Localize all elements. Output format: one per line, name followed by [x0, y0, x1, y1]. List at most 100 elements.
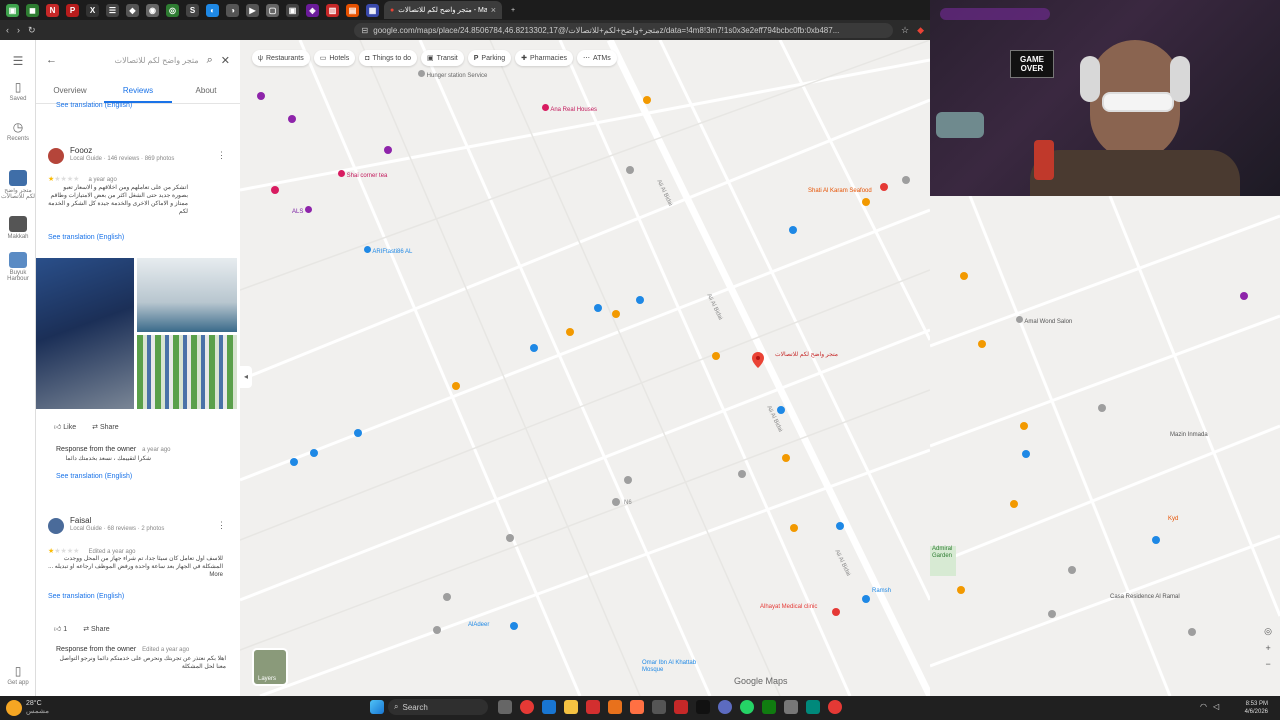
poi-pin-icon[interactable] [636, 296, 644, 304]
wifi-icon[interactable]: ◠ [1200, 702, 1207, 711]
like-button[interactable]: 👍︎ Like [54, 422, 76, 431]
chip-atms[interactable]: ⋯ ATMs [577, 50, 617, 66]
review-photo[interactable] [36, 258, 134, 409]
poi-pin-icon[interactable] [310, 449, 318, 457]
tab-favicon[interactable]: ▤ [346, 3, 359, 17]
zoom-out-button[interactable]: − [1264, 659, 1272, 669]
poi-pin-icon[interactable] [902, 176, 910, 184]
poi-pin-icon[interactable] [712, 352, 720, 360]
more-options-icon[interactable]: ⋮ [217, 150, 226, 161]
tab-favicon[interactable]: ◆ [126, 3, 139, 17]
app-icon[interactable] [806, 700, 820, 714]
tab-reviews[interactable]: Reviews [104, 80, 172, 103]
tab-favicon[interactable]: X [86, 3, 99, 17]
tab-favicon[interactable]: P [66, 3, 79, 17]
poi-label[interactable]: ARIFtasti86 AL [364, 246, 412, 256]
tab-favicon[interactable]: ◼ [26, 3, 39, 17]
chip-transit[interactable]: ▣ Transit [420, 50, 464, 66]
poi-label[interactable]: N6 [624, 500, 632, 507]
see-translation-link[interactable]: See translation (English) [48, 234, 124, 241]
close-icon[interactable]: ✕ [221, 54, 230, 67]
poi-pin-icon[interactable] [1010, 500, 1018, 508]
discord-icon[interactable] [718, 700, 732, 714]
tab-favicon[interactable]: ◑ [226, 3, 239, 17]
poi-pin-icon[interactable] [738, 470, 746, 478]
poi-pin-icon[interactable] [789, 226, 797, 234]
settings-gear-icon[interactable] [784, 700, 798, 714]
layers-button[interactable]: Layers [252, 648, 288, 686]
weather-sun-icon[interactable] [6, 700, 22, 716]
poi-pin-icon[interactable] [1048, 610, 1056, 618]
tab-favicon[interactable]: ▶ [246, 3, 259, 17]
taskbar-clock[interactable]: 8:53 PM 4/6/2026 [1245, 700, 1268, 716]
search-input[interactable]: متجر واضح لكم للاتصالات [65, 56, 199, 65]
selected-place-marker[interactable]: متجر واضح لكم للاتصالات [752, 352, 838, 371]
capcut-icon[interactable] [696, 700, 710, 714]
poi-pin-icon[interactable] [510, 622, 518, 630]
poi-pin-icon[interactable] [1098, 404, 1106, 412]
poi-pin-icon[interactable] [978, 340, 986, 348]
share-button[interactable]: ⇄ Share [83, 625, 110, 633]
poi-pin-icon[interactable] [880, 183, 888, 191]
poi-label[interactable]: Ramsh [872, 588, 891, 595]
chip-pharmacies[interactable]: ✚ Pharmacies [515, 50, 573, 66]
tab-favicon[interactable]: ◈ [306, 3, 319, 17]
weather-widget[interactable]: 28°C مشمس [26, 700, 49, 716]
poi-label[interactable]: Admiral Garden [932, 546, 962, 560]
tab-about[interactable]: About [172, 80, 240, 103]
poi-pin-icon[interactable] [782, 454, 790, 462]
reviewer-name[interactable]: Faisal [70, 516, 91, 525]
chrome-icon[interactable] [520, 700, 534, 714]
poi-pin-icon[interactable] [1240, 292, 1248, 300]
tab-favicon[interactable]: ◉ [146, 3, 159, 17]
edge-icon[interactable] [542, 700, 556, 714]
avatar[interactable] [48, 148, 64, 164]
recent-place-makkah[interactable]: Makkah [0, 216, 36, 240]
tab-favicon[interactable]: ▦ [366, 3, 379, 17]
poi-pin-icon[interactable] [643, 96, 651, 104]
saved-button[interactable]: ▯ Saved [0, 80, 36, 102]
poi-pin-icon[interactable] [384, 146, 392, 154]
chip-parking[interactable]: P Parking [467, 50, 512, 66]
review-photo[interactable] [137, 258, 237, 332]
poi-pin-icon[interactable] [566, 328, 574, 336]
app-icon[interactable] [674, 700, 688, 714]
poi-pin-icon[interactable] [1068, 566, 1076, 574]
poi-label[interactable]: Casa Residence Al Ramal [1110, 594, 1180, 601]
map-canvas-right[interactable]: Admiral Garden Amal Wond Salon Mazin Inm… [930, 196, 1280, 696]
more-options-icon[interactable]: ⋮ [217, 520, 226, 531]
reload-icon[interactable]: ↻ [28, 25, 36, 36]
map-canvas[interactable]: ψ Restaurants ▭ Hotels ◘ Things to do ▣ Tran… [240, 40, 930, 696]
poi-pin-icon[interactable] [862, 595, 870, 603]
collapse-panel-button[interactable]: ◂ [240, 366, 252, 388]
tab-favicon[interactable]: S [186, 3, 199, 17]
poi-pin-icon[interactable] [832, 608, 840, 616]
new-tab-button[interactable]: + [505, 1, 521, 19]
tab-favicon[interactable]: ▢ [266, 3, 279, 17]
get-app-button[interactable]: ▯ Get app [0, 664, 36, 686]
poi-pin-icon[interactable] [612, 498, 620, 506]
tab-overview[interactable]: Overview [36, 80, 104, 103]
avatar[interactable] [48, 518, 64, 534]
tab-favicon[interactable]: ☰ [106, 3, 119, 17]
app-icon[interactable] [828, 700, 842, 714]
poi-pin-icon[interactable] [957, 586, 965, 594]
see-translation-link[interactable]: See translation (English) [56, 102, 132, 109]
zoom-in-button[interactable]: + [1264, 643, 1272, 653]
poi-pin-icon[interactable] [443, 593, 451, 601]
poi-pin-icon[interactable] [1020, 422, 1028, 430]
taskbar-search[interactable]: ⌕ Search [388, 699, 488, 715]
see-translation-link[interactable]: See translation (English) [56, 473, 231, 480]
tab-favicon[interactable]: ▣ [6, 3, 19, 17]
poi-pin-icon[interactable] [1152, 536, 1160, 544]
see-translation-link[interactable]: See translation (English) [48, 593, 124, 600]
like-button[interactable]: 👍︎ 1 [54, 624, 67, 633]
review-photo[interactable] [137, 335, 237, 409]
poi-pin-icon[interactable] [433, 626, 441, 634]
poi-pin-icon[interactable] [290, 458, 298, 466]
chip-restaurants[interactable]: ψ Restaurants [252, 50, 310, 66]
back-arrow-icon[interactable]: ← [46, 54, 57, 66]
poi-label[interactable]: AlAdeer [468, 622, 489, 629]
browser-tab-active[interactable]: ● متجر واضح لكم للاتصالات - Maps × [384, 1, 502, 19]
poi-label[interactable]: ALS [292, 206, 313, 216]
